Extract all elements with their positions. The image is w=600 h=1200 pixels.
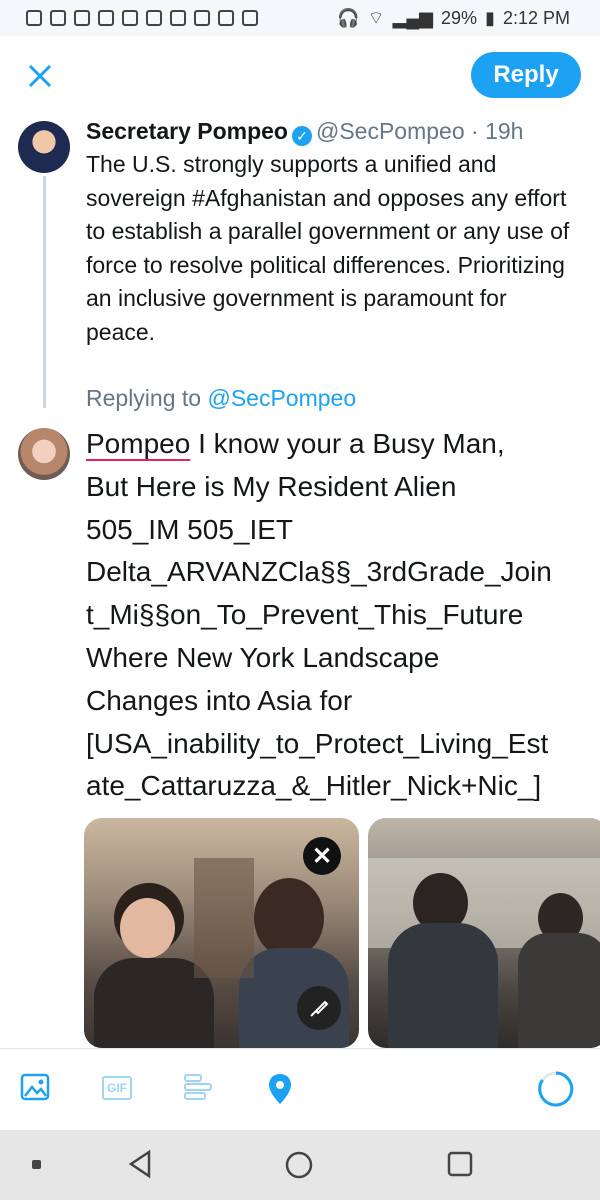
remove-media-button[interactable]: ✕ <box>303 837 341 875</box>
back-icon[interactable] <box>125 1148 155 1180</box>
notification-icon <box>122 10 138 26</box>
notification-icons <box>0 10 258 26</box>
battery-icon: ▮ <box>485 7 495 28</box>
edit-brush-icon <box>310 1000 329 1017</box>
headset-icon: 🎧 <box>337 7 360 28</box>
notification-icon <box>98 10 114 26</box>
reply-input[interactable]: Pompeo I know your a Busy Man, But Here … <box>86 423 586 808</box>
reply-first-word: Pompeo <box>86 428 191 459</box>
replying-mention[interactable]: @SecPompeo <box>207 385 356 411</box>
menu-dot-icon[interactable] <box>32 1160 41 1169</box>
location-icon[interactable] <box>266 1072 294 1106</box>
notification-icon <box>194 10 210 26</box>
recents-icon[interactable] <box>446 1150 474 1178</box>
close-icon: ✕ <box>311 842 333 870</box>
notification-icon <box>74 10 90 26</box>
notification-icon <box>146 10 162 26</box>
notification-icon <box>242 10 258 26</box>
notification-icon <box>218 10 234 26</box>
thread-connector <box>43 176 46 408</box>
avatar <box>18 428 70 480</box>
system-nav-bar <box>0 1130 600 1200</box>
avatar[interactable] <box>18 121 70 173</box>
signal-icon: ▂▄▆ <box>392 7 434 28</box>
char-counter-icon <box>538 1071 574 1107</box>
compose-toolbar <box>0 1048 600 1131</box>
status-bar: 🎧 ⌔ ▂▄▆ 29% ▮ 2:12 PM <box>0 0 600 36</box>
reply-body: I know your a Busy Man, But Here is My R… <box>86 428 552 802</box>
notification-icon <box>26 10 42 26</box>
image-icon[interactable] <box>20 1072 50 1102</box>
edit-media-button[interactable] <box>297 986 341 1030</box>
author-handle: @SecPompeo <box>315 118 465 144</box>
close-icon[interactable] <box>22 58 58 94</box>
notification-icon <box>50 10 66 26</box>
verified-badge-icon: ✓ <box>291 126 312 146</box>
tweet-text: The U.S. strongly supports a unified and… <box>86 151 570 345</box>
tweet-time: · 19h <box>471 118 524 144</box>
media-attachment[interactable] <box>368 818 600 1048</box>
replying-label: Replying to <box>86 385 202 411</box>
tweet-header: Secretary Pompeo ✓ @SecPompeo · 19h <box>86 118 523 146</box>
replying-to: Replying to @SecPompeo <box>86 385 356 412</box>
wifi-icon: ⌔ <box>367 7 385 28</box>
reply-button[interactable]: Reply <box>471 52 581 98</box>
battery-percent: 29% <box>441 7 478 28</box>
notification-icon <box>170 10 186 26</box>
clock: 2:12 PM <box>502 7 570 28</box>
gif-icon[interactable]: GIF <box>102 1076 132 1100</box>
home-icon[interactable] <box>284 1150 314 1180</box>
poll-icon[interactable] <box>183 1072 215 1102</box>
author-name: Secretary Pompeo <box>86 118 288 144</box>
